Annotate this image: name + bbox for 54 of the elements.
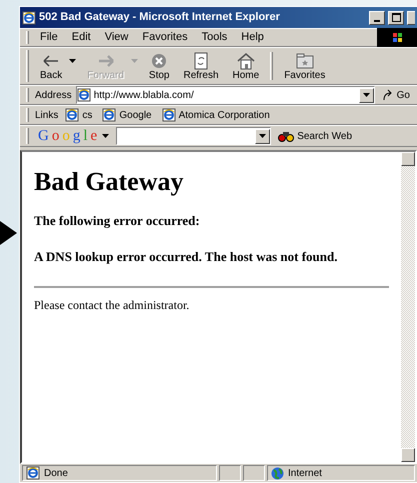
minimize-button[interactable]: [369, 10, 385, 24]
address-field[interactable]: http://www.blabla.com/: [90, 88, 359, 102]
refresh-button[interactable]: Refresh: [178, 50, 224, 82]
menu-item[interactable]: File: [35, 28, 63, 47]
menu-item[interactable]: View: [100, 28, 134, 47]
menu-item[interactable]: Favorites: [137, 28, 193, 47]
binoculars-icon: [278, 129, 294, 143]
go-arrow-icon: [382, 89, 394, 101]
scrollbar[interactable]: [401, 152, 415, 462]
close-button[interactable]: [407, 10, 415, 24]
caret-icon: [130, 58, 138, 63]
zone-text: Internet: [288, 466, 322, 480]
address-label: Address: [35, 88, 72, 102]
link-button[interactable]: Atomica Corporation: [158, 108, 273, 122]
search-box[interactable]: [116, 127, 272, 145]
windows-logo-icon: [377, 28, 417, 47]
link-button[interactable]: cs: [62, 108, 96, 122]
home-button[interactable]: Home: [228, 50, 264, 82]
error-message: The following error occurred:: [34, 212, 201, 230]
menu-item[interactable]: Edit: [66, 28, 96, 47]
folder-icon: [294, 52, 315, 70]
browser-icon: [22, 10, 36, 24]
caret-icon: [259, 134, 266, 138]
maximize-button[interactable]: [388, 10, 404, 24]
stop-button[interactable]: Stop: [144, 50, 174, 82]
menu-item[interactable]: Tools: [196, 28, 232, 47]
caret-icon: [69, 58, 76, 63]
dropdown-button[interactable]: [255, 128, 270, 144]
status-text: Done: [44, 466, 68, 480]
globe-icon: [271, 466, 284, 480]
pointer-arrow-icon: [0, 221, 17, 245]
page-heading: Bad Gateway: [34, 166, 184, 198]
page-icon: [162, 108, 176, 122]
links-label: Links: [35, 108, 58, 122]
dropdown-button[interactable]: [358, 88, 374, 102]
house-icon: [236, 52, 256, 70]
address-bar[interactable]: http://www.blabla.com/: [76, 86, 375, 104]
window-title: 502 Bad Gateway - Microsoft Internet Explorer: [39, 10, 281, 26]
back-button[interactable]: Back: [35, 50, 68, 82]
maximize-icon: [392, 13, 400, 22]
caret-icon: [362, 93, 370, 97]
contact-message: Please contact the administrator.: [34, 297, 190, 314]
go-button[interactable]: Go: [378, 88, 413, 102]
page-icon: [102, 108, 116, 122]
link-button[interactable]: Google: [99, 108, 155, 122]
minimize-icon: [374, 20, 380, 22]
page-icon: [65, 108, 80, 122]
page-icon: [26, 466, 40, 480]
menu-item[interactable]: Help: [236, 28, 269, 47]
search-web-button[interactable]: Search Web: [275, 128, 356, 144]
caret-icon: [102, 134, 110, 138]
favorites-button[interactable]: Favorites: [279, 50, 330, 82]
error-message: A DNS lookup error occurred. The host was not found.: [34, 248, 338, 266]
page-icon: [76, 88, 91, 102]
